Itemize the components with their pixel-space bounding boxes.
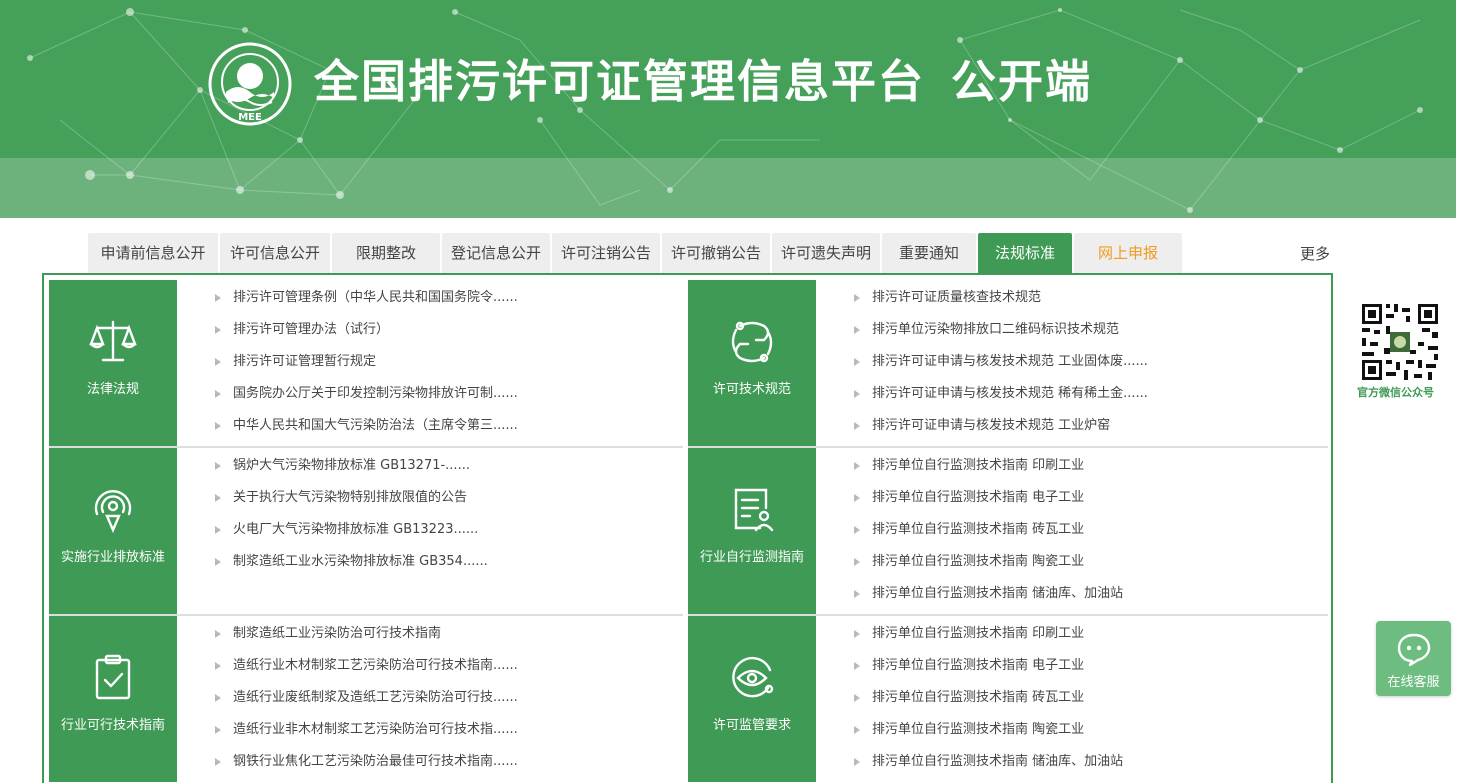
nav-tabs: 申请前信息公开 许可信息公开 限期整改 登记信息公开 许可注销公告 许可撤销公告…	[88, 233, 1182, 273]
list-item[interactable]: 制浆造纸工业污染防治可行技术指南	[215, 624, 518, 656]
list-item[interactable]: 造纸行业废纸制浆及造纸工艺污染防治可行技......	[215, 688, 518, 720]
panel-tech-spec: 许可技术规范 排污许可证质量核查技术规范 排污单位污染物排放口二维码标识技术规范…	[688, 280, 1328, 446]
panel-self-monitoring: 行业自行监测指南 排污单位自行监测技术指南 印刷工业 排污单位自行监测技术指南 …	[688, 448, 1328, 614]
list-item[interactable]: 排污单位自行监测技术指南 砖瓦工业	[854, 688, 1123, 720]
list-item[interactable]: 排污许可管理办法（试行）	[215, 320, 518, 352]
list-item[interactable]: 排污许可管理条例（中华人民共和国国务院令......	[215, 288, 518, 320]
doc-list: 锅炉大气污染物排放标准 GB13271-...... 关于执行大气污染物特别排放…	[215, 456, 488, 584]
regulations-content-box: 法律法规 排污许可管理条例（中华人民共和国国务院令...... 排污许可管理办法…	[42, 273, 1333, 783]
document-user-icon	[734, 488, 774, 532]
online-service-button[interactable]: 在线客服	[1376, 621, 1451, 696]
category-tech-spec[interactable]: 许可技术规范	[688, 280, 816, 446]
tab-online-declaration[interactable]: 网上申报	[1074, 233, 1182, 273]
list-item[interactable]: 造纸行业非木材制浆工艺污染防治可行技术指......	[215, 720, 518, 752]
doc-list: 排污许可管理条例（中华人民共和国国务院令...... 排污许可管理办法（试行） …	[215, 288, 518, 448]
site-title-main: 全国排污许可证管理信息平台	[314, 55, 926, 108]
doc-list: 排污单位自行监测技术指南 印刷工业 排污单位自行监测技术指南 电子工业 排污单位…	[854, 624, 1123, 783]
page: MEE 全国排污许可证管理信息平台 公开端 申请前信息公开 许可信息公开 限期整改…	[0, 0, 1461, 783]
category-label: 法律法规	[86, 382, 139, 397]
list-item[interactable]: 火电厂大气污染物排放标准 GB13223......	[215, 520, 488, 552]
logo-text: MEE	[238, 112, 262, 123]
category-self-monitoring[interactable]: 行业自行监测指南	[688, 448, 816, 614]
list-item[interactable]: 排污许可证质量核查技术规范	[854, 288, 1148, 320]
signal-pin-icon	[94, 490, 132, 534]
doc-list: 排污单位自行监测技术指南 印刷工业 排污单位自行监测技术指南 电子工业 排污单位…	[854, 456, 1123, 616]
service-label: 在线客服	[1387, 675, 1440, 690]
panel-feasible-tech: 行业可行技术指南 制浆造纸工业污染防治可行技术指南 造纸行业木材制浆工艺污染防治…	[49, 616, 679, 782]
tab-apply-disclosure[interactable]: 申请前信息公开	[88, 233, 218, 273]
clipboard-check-icon	[95, 654, 131, 700]
swirl-icon	[731, 321, 773, 363]
list-item[interactable]: 排污单位自行监测技术指南 印刷工业	[854, 624, 1123, 656]
list-item[interactable]: 排污单位污染物排放口二维码标识技术规范	[854, 320, 1148, 352]
category-emission-standards[interactable]: 实施行业排放标准	[49, 448, 177, 614]
category-label: 许可技术规范	[712, 382, 791, 397]
tab-permit-info[interactable]: 许可信息公开	[220, 233, 330, 273]
scale-icon	[89, 320, 137, 362]
category-label: 许可监管要求	[712, 718, 791, 733]
list-item[interactable]: 排污单位自行监测技术指南 电子工业	[854, 656, 1123, 688]
tab-regulations-standards[interactable]: 法规标准	[978, 233, 1072, 273]
doc-list: 制浆造纸工业污染防治可行技术指南 造纸行业木材制浆工艺污染防治可行技术指南...…	[215, 624, 518, 783]
panel-emission-standards: 实施行业排放标准 锅炉大气污染物排放标准 GB13271-...... 关于执行…	[49, 448, 679, 614]
list-item[interactable]: 排污单位自行监测技术指南 陶瓷工业	[854, 720, 1123, 752]
list-item[interactable]: 国务院办公厅关于印发控制污染物排放许可制......	[215, 384, 518, 416]
chat-bubble-icon	[1397, 633, 1431, 667]
list-item[interactable]: 排污单位自行监测技术指南 储油库、加油站	[854, 584, 1123, 616]
tab-registration-info[interactable]: 登记信息公开	[442, 233, 550, 273]
tab-loss-statement[interactable]: 许可遗失声明	[772, 233, 880, 273]
category-laws[interactable]: 法律法规	[49, 280, 177, 446]
mee-logo: MEE	[208, 42, 292, 126]
list-item[interactable]: 排污许可证管理暂行规定	[215, 352, 518, 384]
page-right-edge	[1456, 0, 1461, 783]
list-item[interactable]: 中华人民共和国大气污染防治法（主席令第三......	[215, 416, 518, 448]
category-label: 实施行业排放标准	[60, 550, 165, 565]
doc-list: 排污许可证质量核查技术规范 排污单位污染物排放口二维码标识技术规范 排污许可证申…	[854, 288, 1148, 448]
list-item[interactable]: 造纸行业木材制浆工艺污染防治可行技术指南......	[215, 656, 518, 688]
list-item[interactable]: 排污许可证申请与核发技术规范 稀有稀土金......	[854, 384, 1148, 416]
category-label: 行业可行技术指南	[60, 718, 165, 733]
list-item[interactable]: 排污许可证申请与核发技术规范 工业固体废......	[854, 352, 1148, 384]
tab-cancellation-notice[interactable]: 许可注销公告	[552, 233, 660, 273]
tab-revocation-notice[interactable]: 许可撤销公告	[662, 233, 770, 273]
list-item[interactable]: 排污单位自行监测技术指南 砖瓦工业	[854, 520, 1123, 552]
site-title-sub: 公开端	[951, 55, 1093, 108]
tab-rectification[interactable]: 限期整改	[332, 233, 440, 273]
list-item[interactable]: 排污单位自行监测技术指南 储油库、加油站	[854, 752, 1123, 783]
list-item[interactable]: 排污单位自行监测技术指南 电子工业	[854, 488, 1123, 520]
qr-label: 官方微信公众号	[1357, 386, 1434, 399]
more-link[interactable]: 更多	[1300, 243, 1330, 264]
category-supervision[interactable]: 许可监管要求	[688, 616, 816, 782]
list-item[interactable]: 排污许可证申请与核发技术规范 工业炉窑	[854, 416, 1148, 448]
category-label: 行业自行监测指南	[699, 550, 804, 565]
list-item[interactable]: 排污单位自行监测技术指南 陶瓷工业	[854, 552, 1123, 584]
panel-supervision: 许可监管要求 排污单位自行监测技术指南 印刷工业 排污单位自行监测技术指南 电子…	[688, 616, 1328, 782]
header-banner: MEE 全国排污许可证管理信息平台 公开端	[0, 0, 1456, 218]
eye-icon	[732, 656, 774, 698]
list-item[interactable]: 排污单位自行监测技术指南 印刷工业	[854, 456, 1123, 488]
list-item[interactable]: 钢铁行业焦化工艺污染防治最佳可行技术指南......	[215, 752, 518, 783]
list-item[interactable]: 关于执行大气污染物特别排放限值的公告	[215, 488, 488, 520]
category-feasible-tech[interactable]: 行业可行技术指南	[49, 616, 177, 782]
list-item[interactable]: 制浆造纸工业水污染物排放标准 GB354......	[215, 552, 488, 584]
site-title: 全国排污许可证管理信息平台 公开端	[314, 50, 1092, 114]
list-item[interactable]: 锅炉大气污染物排放标准 GB13271-......	[215, 456, 488, 488]
wechat-qr-code	[1360, 302, 1440, 382]
panel-laws: 法律法规 排污许可管理条例（中华人民共和国国务院令...... 排污许可管理办法…	[49, 280, 679, 446]
tab-important-notice[interactable]: 重要通知	[882, 233, 976, 273]
